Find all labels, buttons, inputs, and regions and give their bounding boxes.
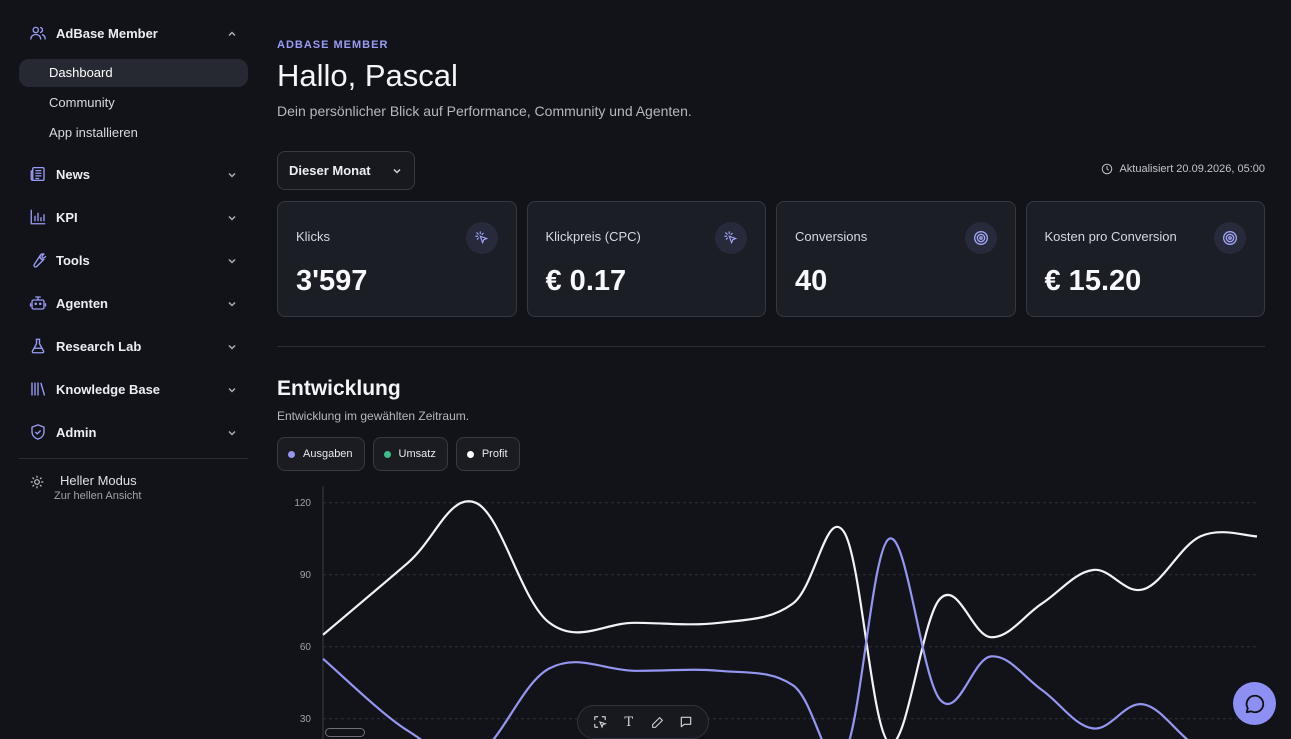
last-updated-text: Aktualisiert 20.09.2026, 05:00 — [1119, 163, 1265, 175]
sidebar: AdBase Member Dashboard Community App in… — [0, 0, 260, 739]
development-subtitle: Entwicklung im gewählten Zeitraum. — [277, 409, 470, 423]
target-icon — [964, 222, 997, 254]
sidebar-group-label: AdBase Member — [56, 25, 158, 41]
chevron-down-icon — [226, 254, 238, 266]
y-tick-label: 90 — [300, 570, 312, 581]
page-title: Hallo, Pascal — [277, 58, 458, 93]
cursor-click-icon — [465, 222, 498, 254]
legend-dot — [288, 450, 295, 458]
legend-dot — [383, 450, 391, 458]
chevron-down-icon — [226, 211, 238, 223]
sidebar-group-label: Research Lab — [56, 338, 142, 354]
sidebar-group-label: News — [56, 166, 90, 182]
sidebar-group-label: Tools — [56, 252, 90, 268]
series-line-profit — [322, 500, 1258, 739]
kpi-label: Kosten pro Conversion — [1044, 229, 1177, 244]
legend-label: Umsatz — [398, 448, 436, 460]
kpi-card-cost-per-conversion: Kosten pro Conversion € 15.20 — [1025, 201, 1265, 317]
legend-toggle-ausgaben[interactable]: Ausgaben — [277, 437, 365, 471]
kpi-value: 3'597 — [296, 265, 368, 297]
target-icon — [1214, 222, 1246, 254]
sidebar-group-label: Agenten — [56, 295, 108, 311]
sidebar-group-knowledge-base[interactable]: Knowledge Base — [19, 372, 248, 406]
chat-button[interactable] — [1233, 682, 1276, 725]
sidebar-item-app-installieren[interactable]: App installieren — [19, 119, 248, 147]
sidebar-group-label: Admin — [56, 424, 97, 440]
legend-toggle-profit[interactable]: Profit — [455, 437, 520, 471]
sidebar-group-admin[interactable]: Admin — [19, 415, 248, 449]
sidebar-group-label: KPI — [56, 209, 78, 225]
y-tick-label: 30 — [300, 714, 312, 725]
section-divider — [277, 346, 1265, 347]
y-tick-label: 60 — [300, 642, 312, 653]
robot-icon — [29, 294, 47, 312]
sidebar-group-agenten[interactable]: Agenten — [19, 286, 248, 320]
wrench-icon — [29, 251, 47, 269]
kpi-label: Klickpreis (CPC) — [545, 229, 641, 244]
sidebar-divider — [19, 458, 248, 459]
y-tick-label: 120 — [294, 498, 311, 509]
kpi-value: 40 — [795, 265, 828, 297]
period-select[interactable]: Dieser Monat — [277, 151, 415, 190]
sidebar-group-kpi[interactable]: KPI — [19, 200, 248, 234]
legend-label: Profit — [481, 448, 508, 460]
chevron-down-icon — [226, 297, 238, 309]
cursor-click-icon — [715, 222, 747, 254]
development-title: Entwicklung — [277, 377, 401, 400]
sidebar-group-label: Knowledge Base — [56, 381, 161, 397]
chat-bubble-icon — [1244, 693, 1266, 715]
chevron-up-icon — [226, 27, 238, 39]
sidebar-group-tools[interactable]: Tools — [19, 243, 248, 277]
legend-label: Ausgaben — [303, 448, 353, 460]
page-eyebrow: ADBASE MEMBER — [277, 39, 389, 51]
development-chart: 30 60 90 120 — [294, 486, 1258, 739]
chevron-down-icon — [391, 165, 403, 177]
chevron-down-icon — [226, 426, 238, 438]
sun-icon — [30, 475, 44, 489]
newspaper-icon — [29, 165, 47, 183]
clock-icon — [1101, 163, 1113, 175]
period-select-value: Dieser Monat — [289, 163, 371, 178]
sidebar-group-news[interactable]: News — [19, 157, 248, 191]
library-icon — [29, 380, 47, 398]
comment-icon[interactable] — [678, 714, 694, 730]
pen-icon[interactable] — [649, 714, 665, 730]
sidebar-group-adbase-member[interactable]: AdBase Member — [19, 16, 248, 50]
text-icon[interactable]: T — [621, 714, 637, 730]
sidebar-item-dashboard[interactable]: Dashboard — [19, 59, 248, 87]
shield-icon — [29, 423, 47, 441]
sidebar-item-community[interactable]: Community — [19, 89, 248, 117]
main-content: ADBASE MEMBER Hallo, Pascal Dein persönl… — [277, 0, 1265, 739]
chart-scroll-handle[interactable] — [325, 728, 365, 737]
chevron-down-icon — [226, 383, 238, 395]
sidebar-group-research-lab[interactable]: Research Lab — [19, 329, 248, 363]
legend-toggle-umsatz[interactable]: Umsatz — [372, 437, 448, 471]
legend-dot — [466, 450, 474, 458]
kpi-card-klicks: Klicks 3'597 — [277, 201, 517, 317]
chevron-down-icon — [226, 340, 238, 352]
kpi-label: Klicks — [296, 229, 330, 244]
kpi-value: € 0.17 — [545, 265, 627, 297]
flask-icon — [29, 337, 47, 355]
users-icon — [29, 24, 47, 42]
theme-toggle-title: Heller Modus — [60, 473, 137, 488]
theme-toggle-subtitle: Zur hellen Ansicht — [54, 490, 142, 502]
series-line-ausgaben — [322, 537, 1189, 739]
kpi-card-conversions: Conversions 40 — [776, 201, 1016, 317]
annotation-toolbar: T — [577, 705, 709, 739]
chart-legend: Ausgaben Umsatz Profit — [277, 437, 520, 471]
theme-toggle-button[interactable]: Heller Modus Zur hellen Ansicht — [19, 473, 248, 502]
kpi-value: € 15.20 — [1044, 265, 1142, 297]
page-subtitle: Dein persönlicher Blick auf Performance,… — [277, 103, 692, 119]
kpi-card-cpc: Klickpreis (CPC) € 0.17 — [526, 201, 766, 317]
chevron-down-icon — [226, 168, 238, 180]
last-updated: Aktualisiert 20.09.2026, 05:00 — [1101, 163, 1265, 175]
bar-chart-icon — [29, 208, 47, 226]
kpi-label: Conversions — [795, 229, 868, 244]
kpi-cards: Klicks 3'597 Klickpreis (CPC) € 0.17 Con… — [277, 201, 1265, 317]
select-icon[interactable] — [592, 714, 608, 730]
